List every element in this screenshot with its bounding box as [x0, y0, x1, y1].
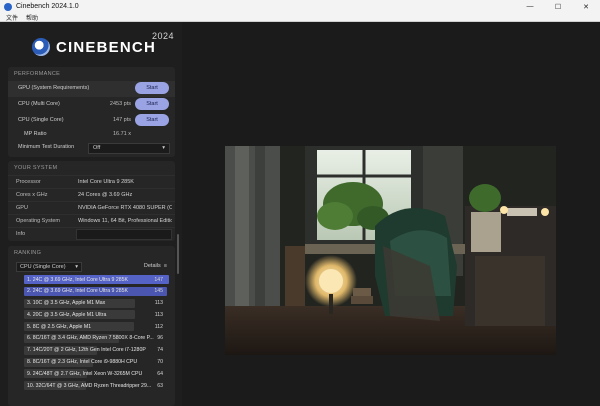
- ranking-item-label: 10. 32C/64T @ 3 GHz, AMD Ryzen Threadrip…: [27, 382, 152, 389]
- ranking-item-label: 9. 24C/48T @ 2.7 GHz, Intel Xeon W-3265M…: [27, 370, 143, 377]
- ranking-item-score: 112: [154, 323, 163, 330]
- system-row: Processor Intel Core Ultra 9 285K: [8, 175, 175, 188]
- cinebench-app-icon: [4, 2, 12, 11]
- details-button[interactable]: Details ≡: [144, 263, 167, 269]
- ranking-header: CPU (Single Core) ▾ Details ≡: [8, 260, 175, 274]
- ranking-select-value: CPU (Single Core): [20, 264, 66, 270]
- ranking-item-score: 63: [157, 382, 163, 389]
- system-value: Windows 11, 64 Bit, Professional Editio.…: [78, 218, 172, 224]
- details-label: Details: [143, 263, 161, 269]
- info-input[interactable]: [76, 229, 172, 240]
- system-value: 24 Cores @ 3.69 GHz: [78, 192, 133, 198]
- menu-help[interactable]: 帮助: [26, 13, 38, 22]
- ranking-item[interactable]: 4. 20C @ 3.5 GHz, Apple M1 Ultra 113: [14, 309, 169, 321]
- ranking-item[interactable]: 2. 24C @ 3.69 GHz, Intel Core Ultra 9 28…: [14, 286, 169, 298]
- ranking-item[interactable]: 8. 8C/16T @ 2.3 GHz, Intel Core i9-9880H…: [14, 357, 169, 369]
- start-gpu-button[interactable]: Start: [135, 82, 169, 94]
- ranking-list: 1. 24C @ 3.69 GHz, Intel Core Ultra 9 28…: [8, 274, 175, 392]
- ranking-item[interactable]: 3. 10C @ 3.5 GHz, Apple M1 Max 113: [14, 298, 169, 310]
- system-row: Cores x GHz 24 Cores @ 3.69 GHz: [8, 188, 175, 201]
- system-panel: YOUR SYSTEM Processor Intel Core Ultra 9…: [8, 161, 175, 241]
- start-single-core-button[interactable]: Start: [135, 114, 169, 126]
- mp-ratio-label: MP Ratio: [24, 131, 47, 137]
- system-key: GPU: [16, 205, 28, 211]
- ranking-item-score: 74: [157, 347, 163, 354]
- ranking-item[interactable]: 9. 24C/48T @ 2.7 GHz, Intel Xeon W-3265M…: [14, 368, 169, 380]
- perf-value: 147 pts: [112, 117, 131, 123]
- perf-label: CPU (Multi Core): [18, 101, 60, 107]
- ranking-item[interactable]: 7. 14C/20T @ 2 GHz, 12th Gen Intel Core …: [14, 345, 169, 357]
- duration-label: Minimum Test Duration: [18, 144, 75, 150]
- ranking-item-score: 64: [157, 370, 163, 377]
- filter-icon: ≡: [162, 263, 167, 269]
- duration-value: Off: [93, 145, 101, 151]
- chevron-down-icon: ▾: [162, 145, 165, 151]
- app-body: CINEBENCH 2024 PERFORMANCE GPU (System R…: [0, 22, 600, 406]
- ranking-item-score: 70: [157, 359, 163, 366]
- maximize-button[interactable]: ☐: [544, 0, 572, 13]
- mp-ratio-row: MP Ratio 16.71 x: [8, 129, 175, 141]
- ranking-item-score: 145: [154, 288, 163, 295]
- performance-panel: PERFORMANCE GPU (System Requirements) St…: [8, 67, 175, 157]
- minimize-button[interactable]: —: [516, 0, 544, 13]
- menu-bar: 文件 帮助: [0, 13, 600, 22]
- ranking-title: RANKING: [14, 250, 42, 256]
- render-scene-image: [225, 146, 556, 355]
- duration-row: Minimum Test Duration Off ▾: [8, 141, 175, 155]
- sidebar-scrollbar[interactable]: [177, 234, 179, 274]
- chevron-down-icon: ▾: [75, 264, 78, 270]
- perf-label: GPU (System Requirements): [18, 85, 90, 91]
- ranking-item-score: 96: [157, 335, 163, 342]
- system-key: Processor: [16, 179, 41, 185]
- ranking-item-label: 8. 8C/16T @ 2.3 GHz, Intel Core i9-9880H…: [27, 359, 138, 366]
- window-title: Cinebench 2024.1.0: [16, 3, 79, 10]
- menu-file[interactable]: 文件: [6, 13, 18, 22]
- perf-row-gpu: GPU (System Requirements) Start: [8, 81, 175, 97]
- cinema4d-logo-icon: [32, 38, 50, 56]
- perf-row-single-core: CPU (Single Core) 147 pts Start: [8, 113, 175, 129]
- ranking-item-score: 113: [154, 300, 163, 307]
- ranking-item-label: 6. 8C/16T @ 3.4 GHz, AMD Ryzen 7 5800X 8…: [27, 335, 154, 342]
- start-multi-core-button[interactable]: Start: [135, 98, 169, 110]
- system-row: GPU NVIDIA GeForce RTX 4080 SUPER (CU...: [8, 201, 175, 214]
- perf-value: 2453 pts: [109, 101, 131, 107]
- logo-version: 2024: [152, 31, 175, 41]
- ranking-panel: RANKING CPU (Single Core) ▾ Details ≡ 1.…: [8, 246, 175, 406]
- perf-row-multi-core: CPU (Multi Core) 2453 pts Start: [8, 97, 175, 113]
- title-bar: Cinebench 2024.1.0 — ☐ ✕: [0, 0, 600, 13]
- ranking-item-label: 3. 10C @ 3.5 GHz, Apple M1 Max: [27, 300, 106, 307]
- system-key: Info: [16, 231, 26, 237]
- ranking-item-label: 4. 20C @ 3.5 GHz, Apple M1 Ultra: [27, 311, 107, 318]
- ranking-item-score: 113: [154, 311, 163, 318]
- close-button[interactable]: ✕: [572, 0, 600, 13]
- system-row: Operating System Windows 11, 64 Bit, Pro…: [8, 214, 175, 227]
- system-value: Intel Core Ultra 9 285K: [78, 179, 134, 185]
- system-key: Operating System: [16, 218, 61, 224]
- performance-title: PERFORMANCE: [14, 71, 61, 77]
- cinebench-logo: CINEBENCH 2024: [32, 31, 174, 57]
- ranking-item-label: 1. 24C @ 3.69 GHz, Intel Core Ultra 9 28…: [27, 276, 128, 283]
- ranking-select[interactable]: CPU (Single Core) ▾: [16, 262, 82, 272]
- ranking-item[interactable]: 6. 8C/16T @ 3.4 GHz, AMD Ryzen 7 5800X 8…: [14, 333, 169, 345]
- ranking-item-score: 147: [154, 276, 163, 283]
- perf-label: CPU (Single Core): [18, 117, 64, 123]
- ranking-item-label: 5. 8C @ 2.5 GHz, Apple M1: [27, 323, 92, 330]
- render-viewport: [225, 146, 556, 355]
- logo-word: CINEBENCH: [56, 38, 156, 56]
- ranking-item[interactable]: 10. 32C/64T @ 3 GHz, AMD Ryzen Threadrip…: [14, 380, 169, 392]
- duration-select[interactable]: Off ▾: [88, 143, 170, 154]
- system-key: Cores x GHz: [16, 192, 48, 198]
- system-value: NVIDIA GeForce RTX 4080 SUPER (CU...: [78, 205, 172, 211]
- system-title: YOUR SYSTEM: [14, 165, 58, 171]
- ranking-item-label: 7. 14C/20T @ 2 GHz, 12th Gen Intel Core …: [27, 347, 146, 354]
- ranking-item[interactable]: 5. 8C @ 2.5 GHz, Apple M1 112: [14, 321, 169, 333]
- ranking-item[interactable]: 1. 24C @ 3.69 GHz, Intel Core Ultra 9 28…: [14, 274, 169, 286]
- sidebar: CINEBENCH 2024 PERFORMANCE GPU (System R…: [0, 22, 182, 406]
- system-row-info: Info: [8, 227, 175, 240]
- ranking-item-label: 2. 24C @ 3.69 GHz, Intel Core Ultra 9 28…: [27, 288, 128, 295]
- mp-ratio-value: 16.71 x: [112, 131, 131, 137]
